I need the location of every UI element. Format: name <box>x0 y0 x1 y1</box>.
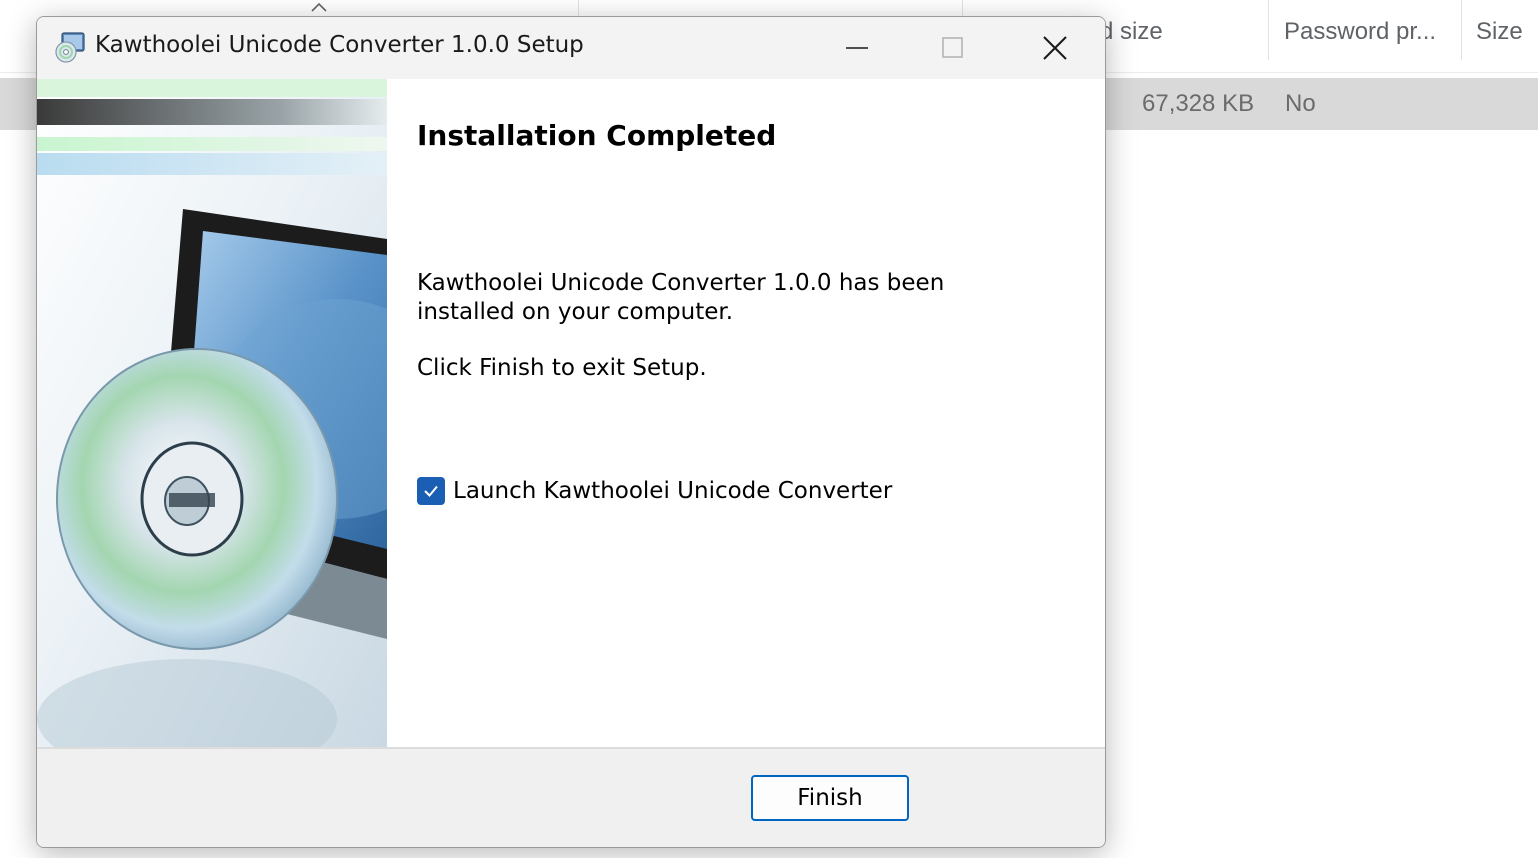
column-header-compressed-size[interactable]: d size <box>1100 18 1163 46</box>
wizard-content-panel: Installation Completed Kawthoolei Unicod… <box>387 79 1105 747</box>
column-header-password-protected[interactable]: Password pr... <box>1284 18 1436 46</box>
checkmark-icon <box>424 485 438 497</box>
cd-monitor-illustration <box>37 79 387 747</box>
completion-message: Kawthoolei Unicode Converter 1.0.0 has b… <box>417 269 1077 327</box>
column-divider[interactable] <box>1461 0 1462 60</box>
close-button[interactable] <box>1007 17 1103 79</box>
column-header-size[interactable]: Size <box>1476 18 1523 46</box>
setup-dialog: Kawthoolei Unicode Converter 1.0.0 Setup <box>36 16 1106 848</box>
maximize-button <box>905 17 1001 79</box>
page-title: Installation Completed <box>417 119 777 152</box>
finish-button[interactable]: Finish <box>751 775 909 821</box>
completion-message-line: installed on your computer. <box>417 299 734 325</box>
sort-ascending-icon[interactable] <box>310 2 328 12</box>
minimize-icon <box>846 47 868 49</box>
wizard-banner-image <box>37 79 387 747</box>
window-title: Kawthoolei Unicode Converter 1.0.0 Setup <box>95 32 584 58</box>
wizard-footer: Finish <box>37 747 1105 847</box>
launch-checkbox[interactable] <box>417 477 445 505</box>
completion-message-line: Kawthoolei Unicode Converter 1.0.0 has b… <box>417 270 945 296</box>
launch-checkbox-row[interactable]: Launch Kawthoolei Unicode Converter <box>417 477 892 505</box>
cell-compressed-size: 67,328 KB <box>1142 90 1255 117</box>
cell-password-protected: No <box>1285 90 1316 117</box>
title-bar[interactable]: Kawthoolei Unicode Converter 1.0.0 Setup <box>37 17 1105 79</box>
exit-instruction: Click Finish to exit Setup. <box>417 355 707 381</box>
maximize-icon <box>942 37 963 58</box>
minimize-button[interactable] <box>809 17 905 79</box>
installer-app-icon <box>55 32 85 63</box>
close-icon <box>1043 36 1067 60</box>
launch-checkbox-label[interactable]: Launch Kawthoolei Unicode Converter <box>453 478 892 504</box>
column-divider[interactable] <box>1268 0 1269 60</box>
